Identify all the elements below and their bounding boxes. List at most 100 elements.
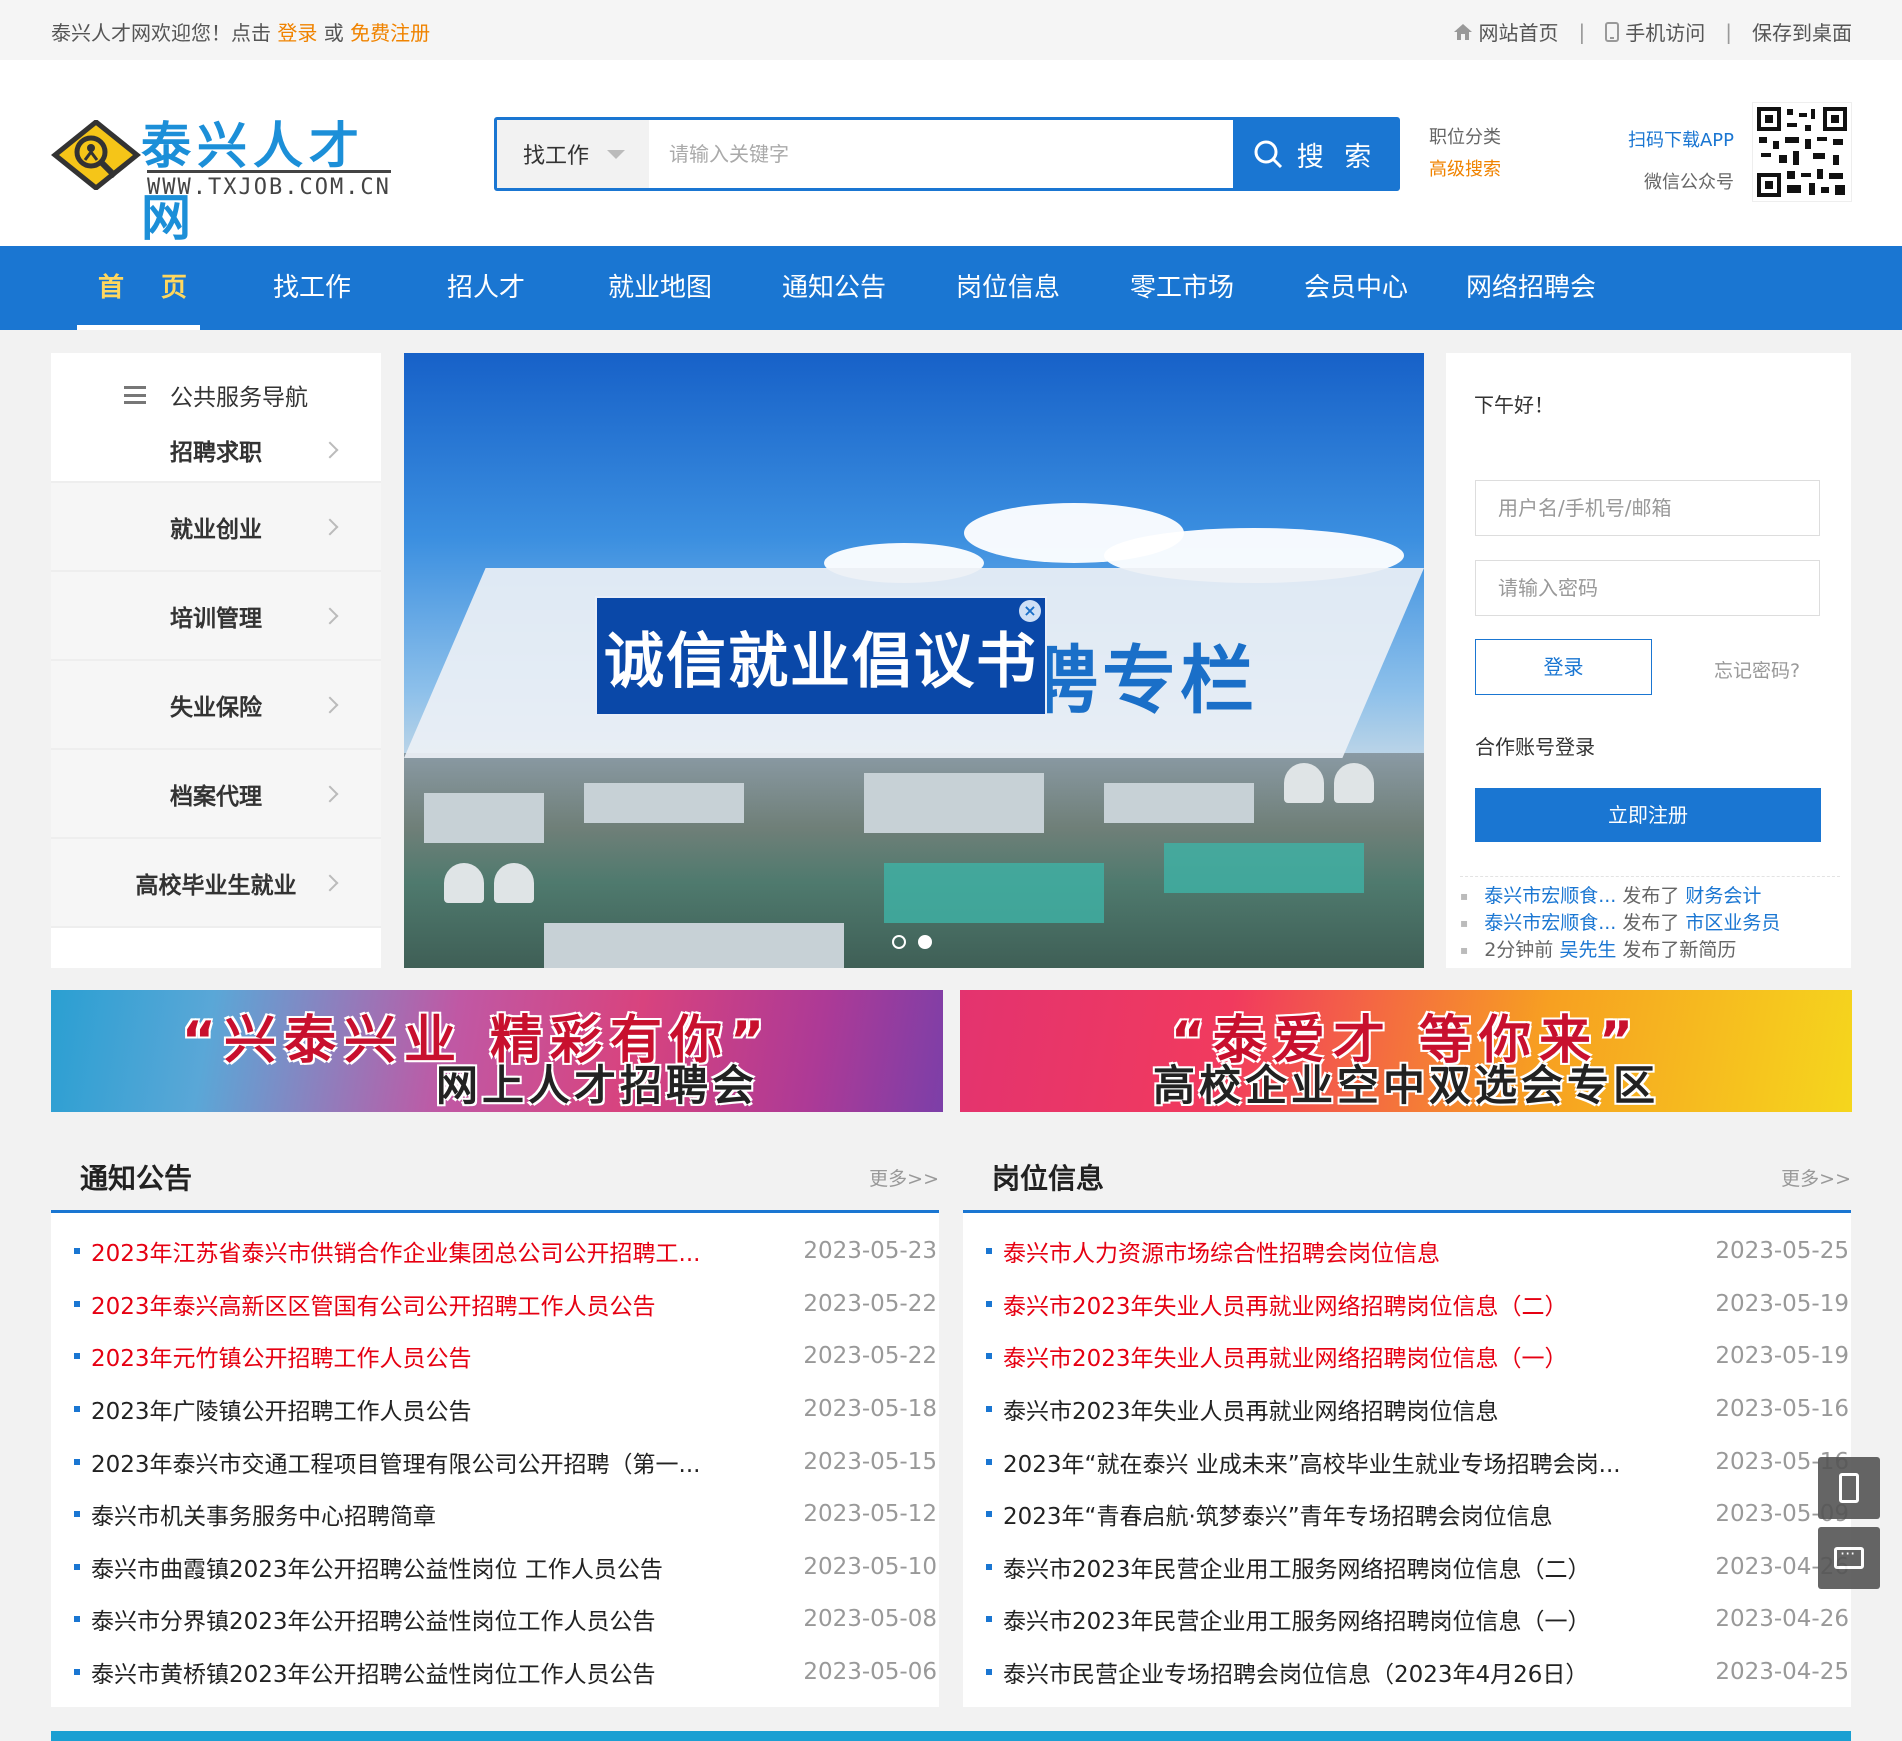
list-item[interactable]: 2023年江苏省泰兴市供销合作企业集团总公司公开招聘工... 2023-05-23 <box>51 1225 939 1278</box>
item-title[interactable]: 泰兴市曲霞镇2023年公开招聘公益性岗位 工作人员公告 <box>91 1550 663 1584</box>
sidebar-item-label: 档案代理 <box>170 783 262 810</box>
carousel-dot-2[interactable] <box>918 935 932 949</box>
job-link[interactable]: 市区业务员 <box>1685 912 1780 934</box>
item-title[interactable]: 泰兴市黄桥镇2023年公开招聘公益性岗位工作人员公告 <box>91 1655 656 1689</box>
search-input[interactable] <box>649 120 1229 188</box>
list-item[interactable]: 泰兴市黄桥镇2023年公开招聘公益性岗位工作人员公告 2023-05-06 <box>51 1646 939 1699</box>
nav-employment-map[interactable]: 就业地图 <box>608 246 712 330</box>
username-input[interactable] <box>1475 480 1820 536</box>
item-title[interactable]: 泰兴市2023年失业人员再就业网络招聘岗位信息（一） <box>1003 1339 1568 1373</box>
item-title[interactable]: 2023年广陵镇公开招聘工作人员公告 <box>91 1392 472 1426</box>
top-register-link[interactable]: 免费注册 <box>350 21 430 45</box>
welcome-prefix: 泰兴人才网欢迎您！点击 <box>51 21 271 45</box>
panel-title: 岗位信息 <box>992 1162 1105 1195</box>
list-item[interactable]: 泰兴市2023年失业人员再就业网络招聘岗位信息 2023-05-16 <box>963 1383 1851 1436</box>
item-title[interactable]: 2023年泰兴高新区区管国有公司公开招聘工作人员公告 <box>91 1287 656 1321</box>
promo-banner-online-fair[interactable]: “兴泰兴业 精彩有你” 网上人才招聘会 <box>51 990 943 1112</box>
item-title[interactable]: 2023年“就在泰兴 业成未来”高校毕业生就业专场招聘会岗... <box>1003 1445 1621 1479</box>
mobile-link[interactable]: 手机访问 <box>1605 17 1705 46</box>
list-item[interactable]: 2023年广陵镇公开招聘工作人员公告 2023-05-18 <box>51 1383 939 1436</box>
company-link[interactable]: 泰兴市宏顺食... <box>1484 885 1616 907</box>
carousel-dot-1[interactable] <box>892 935 906 949</box>
item-date: 2023-05-23 <box>803 1238 937 1265</box>
banner-carousel[interactable]: 聘专栏 诚信就业倡议书 × <box>404 353 1424 968</box>
phone-icon <box>1839 1473 1859 1503</box>
close-icon[interactable]: × <box>1019 600 1041 622</box>
feed-time: 2分钟前 <box>1484 939 1554 961</box>
item-title[interactable]: 泰兴市民营企业专场招聘会岗位信息（2023年4月26日） <box>1003 1655 1588 1689</box>
search-type-select[interactable]: 找工作 <box>497 120 649 188</box>
download-app-link[interactable]: 扫码下载APP <box>1628 120 1734 162</box>
item-date: 2023-05-12 <box>803 1501 937 1528</box>
item-title[interactable]: 泰兴市2023年民营企业用工服务网络招聘岗位信息（二） <box>1003 1550 1591 1584</box>
list-item[interactable]: 泰兴市2023年失业人员再就业网络招聘岗位信息（一） 2023-05-19 <box>963 1330 1851 1383</box>
list-item[interactable]: 泰兴市曲霞镇2023年公开招聘公益性岗位 工作人员公告 2023-05-10 <box>51 1541 939 1594</box>
chat-float-button[interactable] <box>1818 1527 1880 1589</box>
item-title[interactable]: 泰兴市人力资源市场综合性招聘会岗位信息 <box>1003 1234 1440 1268</box>
promo-banner-campus[interactable]: “泰爱才 等你来” 高校企业空中双选会专区 <box>960 990 1852 1112</box>
more-link[interactable]: 更多>> <box>1781 1164 1851 1191</box>
list-item[interactable]: 泰兴市2023年失业人员再就业网络招聘岗位信息（二） 2023-05-19 <box>963 1278 1851 1331</box>
site-logo[interactable]: 泰兴人才网 WWW.TXJOB.COM.CN <box>51 106 411 247</box>
item-title[interactable]: 泰兴市2023年失业人员再就业网络招聘岗位信息 <box>1003 1392 1499 1426</box>
top-login-link[interactable]: 登录 <box>277 21 317 45</box>
nav-online-job-fair[interactable]: 网络招聘会 <box>1466 246 1596 330</box>
more-link[interactable]: 更多>> <box>869 1164 939 1191</box>
sidebar-item-label: 高校毕业生就业 <box>135 872 297 899</box>
item-title[interactable]: 泰兴市2023年民营企业用工服务网络招聘岗位信息（一） <box>1003 1602 1591 1636</box>
mobile-float-button[interactable] <box>1818 1457 1880 1519</box>
divider: | <box>1725 19 1732 44</box>
item-date: 2023-05-08 <box>803 1606 937 1633</box>
item-title[interactable]: 泰兴市分界镇2023年公开招聘公益性岗位工作人员公告 <box>91 1602 656 1636</box>
wechat-label: 微信公众号 <box>1644 172 1734 193</box>
list-item[interactable]: 泰兴市人力资源市场综合性招聘会岗位信息 2023-05-25 <box>963 1225 1851 1278</box>
sidebar-item-employment[interactable]: 就业创业 <box>51 483 381 570</box>
item-title[interactable]: 2023年元竹镇公开招聘工作人员公告 <box>91 1339 472 1373</box>
list-item[interactable]: 2023年泰兴高新区区管国有公司公开招聘工作人员公告 2023-05-22 <box>51 1278 939 1331</box>
nav-notices[interactable]: 通知公告 <box>782 246 886 330</box>
item-title[interactable]: 泰兴市机关事务服务中心招聘简章 <box>91 1497 436 1531</box>
search-type-label: 找工作 <box>523 144 590 169</box>
item-title[interactable]: 2023年江苏省泰兴市供销合作企业集团总公司公开招聘工... <box>91 1234 700 1268</box>
login-panel: 下午好！ 登录 忘记密码? 合作账号登录 立即注册 泰兴市宏顺食... 发布了 … <box>1446 353 1851 968</box>
nav-member-center[interactable]: 会员中心 <box>1304 246 1408 330</box>
list-item[interactable]: 2023年元竹镇公开招聘工作人员公告 2023-05-22 <box>51 1330 939 1383</box>
item-title[interactable]: 2023年泰兴市交通工程项目管理有限公司公开招聘（第一... <box>91 1445 700 1479</box>
search-button[interactable]: 搜 索 <box>1233 120 1397 188</box>
job-link[interactable]: 财务会计 <box>1685 885 1761 907</box>
nav-recruit[interactable]: 招人才 <box>447 246 525 330</box>
list-item[interactable]: 2023年“就在泰兴 业成未来”高校毕业生就业专场招聘会岗... 2023-05-… <box>963 1435 1851 1488</box>
item-title[interactable]: 2023年“青春启航·筑梦泰兴”青年专场招聘会岗位信息 <box>1003 1497 1553 1531</box>
list-item[interactable]: 泰兴市机关事务服务中心招聘简章 2023-05-12 <box>51 1488 939 1541</box>
sidebar-item-unemployment-insurance[interactable]: 失业保险 <box>51 661 381 748</box>
nav-find-job[interactable]: 找工作 <box>273 246 351 330</box>
password-input[interactable] <box>1475 560 1820 616</box>
save-desktop-link[interactable]: 保存到桌面 <box>1752 17 1852 46</box>
sidebar-item-label: 失业保险 <box>170 694 262 721</box>
job-category-link[interactable]: 职位分类 <box>1429 122 1501 154</box>
list-item[interactable]: 泰兴市2023年民营企业用工服务网络招聘岗位信息（一） 2023-04-26 <box>963 1593 1851 1646</box>
item-title[interactable]: 泰兴市2023年失业人员再就业网络招聘岗位信息（二） <box>1003 1287 1568 1321</box>
list-item[interactable]: 泰兴市分界镇2023年公开招聘公益性岗位工作人员公告 2023-05-08 <box>51 1593 939 1646</box>
tank <box>1284 763 1324 803</box>
nav-home[interactable]: 首 页 <box>98 246 201 330</box>
list-item[interactable]: 泰兴市2023年民营企业用工服务网络招聘岗位信息（二） 2023-04-26 <box>963 1541 1851 1594</box>
list-item[interactable]: 2023年“青春启航·筑梦泰兴”青年专场招聘会岗位信息 2023-05-09 <box>963 1488 1851 1541</box>
integrity-popup[interactable]: 诚信就业倡议书 × <box>595 596 1047 716</box>
company-link[interactable]: 泰兴市宏顺食... <box>1484 912 1616 934</box>
sidebar-item-training[interactable]: 培训管理 <box>51 572 381 659</box>
nav-gig-market[interactable]: 零工市场 <box>1130 246 1234 330</box>
login-button[interactable]: 登录 <box>1475 639 1652 695</box>
nav-job-info[interactable]: 岗位信息 <box>956 246 1060 330</box>
list-item[interactable]: 2023年泰兴市交通工程项目管理有限公司公开招聘（第一... 2023-05-15 <box>51 1435 939 1488</box>
advanced-search-link[interactable]: 高级搜索 <box>1429 154 1501 186</box>
sidebar-item-archives[interactable]: 档案代理 <box>51 750 381 837</box>
forgot-password-link[interactable]: 忘记密码? <box>1714 656 1800 683</box>
sidebar-item-recruitment[interactable]: 招聘求职 <box>51 419 381 481</box>
list-item[interactable]: 泰兴市民营企业专场招聘会岗位信息（2023年4月26日） 2023-04-25 <box>963 1646 1851 1699</box>
register-button[interactable]: 立即注册 <box>1475 788 1821 842</box>
home-link[interactable]: 网站首页 <box>1453 17 1559 46</box>
sidebar-item-graduates[interactable]: 高校毕业生就业 <box>51 839 381 926</box>
building <box>544 923 844 968</box>
candidate-link[interactable]: 吴先生 <box>1559 939 1616 961</box>
